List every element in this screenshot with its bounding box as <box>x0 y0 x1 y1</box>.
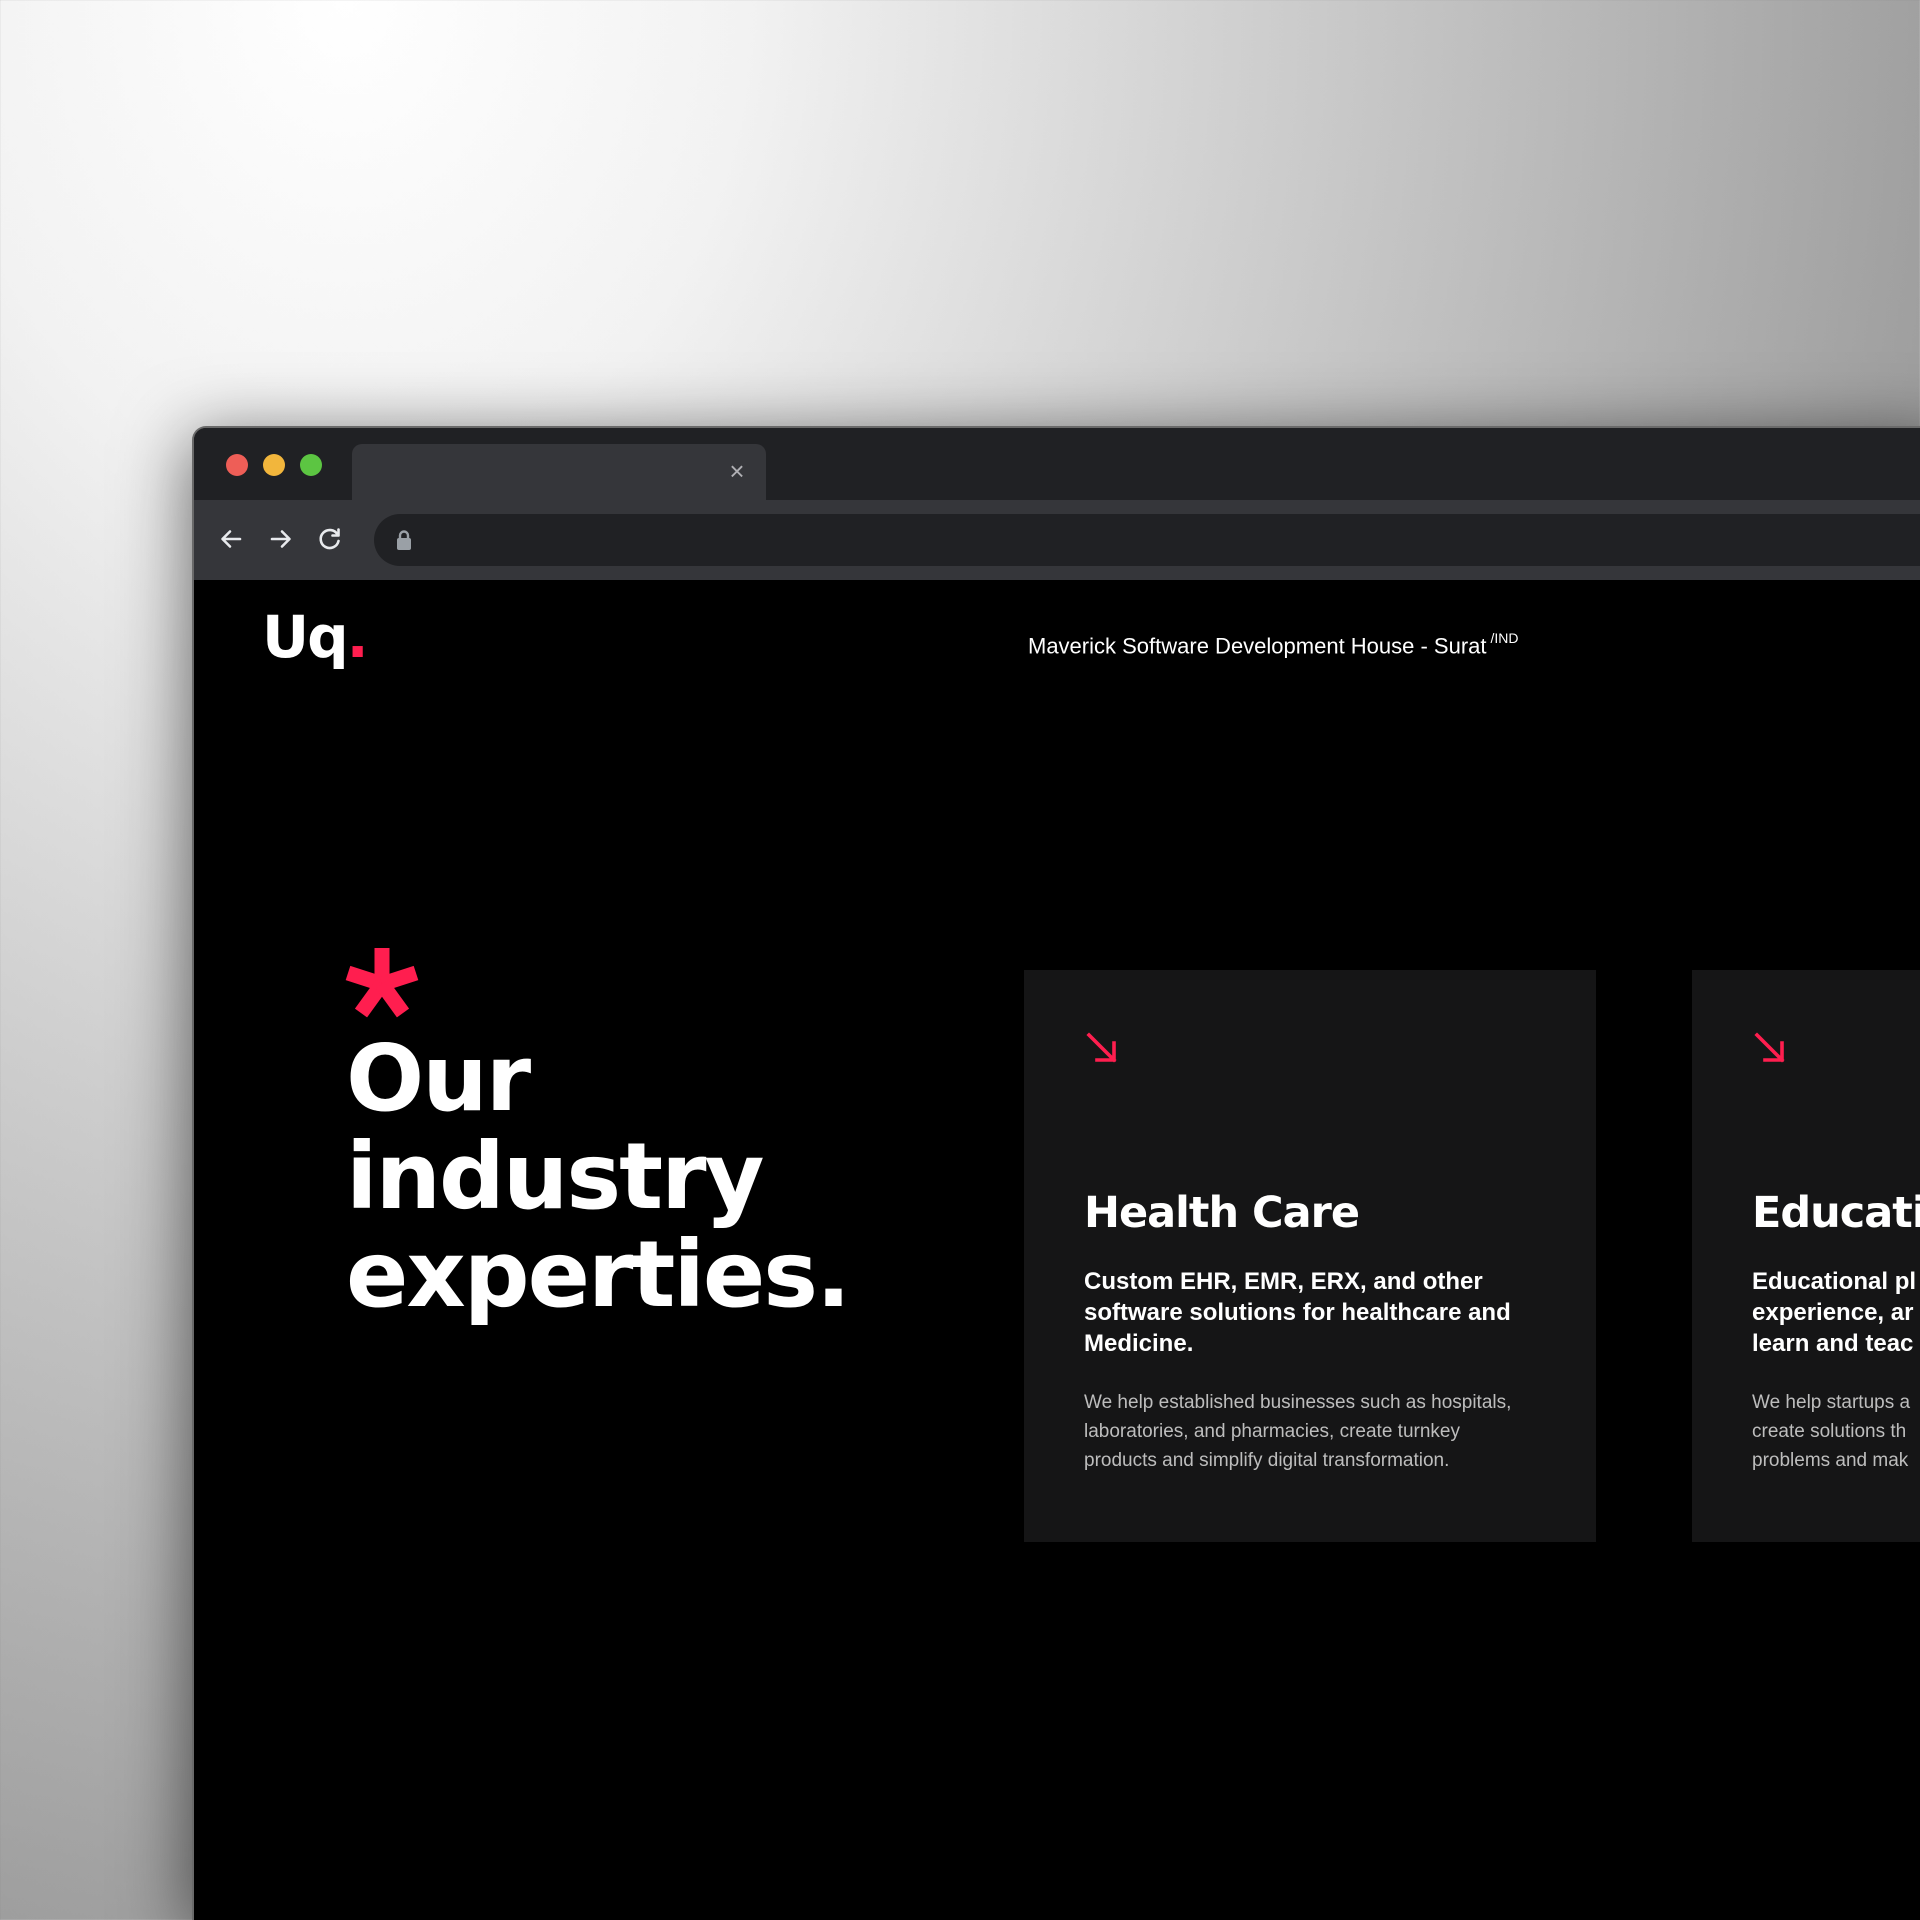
asterisk-icon <box>342 944 422 1024</box>
lock-icon <box>394 529 414 551</box>
page-content: Uq. Maverick Software Development House … <box>194 580 1920 1920</box>
card-body: We help startups a create solutions th p… <box>1752 1392 1911 1471</box>
card-body: We help established businesses such as h… <box>1084 1392 1512 1471</box>
tagline-text: Maverick Software Development House - Su… <box>1028 633 1487 659</box>
forward-arrow-icon[interactable] <box>264 522 298 556</box>
card-title: Educatio <box>1752 1188 1920 1238</box>
back-arrow-icon[interactable] <box>214 522 248 556</box>
header-tagline: Maverick Software Development House - Su… <box>1028 630 1519 659</box>
logo[interactable]: Uq. <box>262 608 369 666</box>
browser-window: × Uq. Maverick Software Development Hous… <box>192 426 1920 1920</box>
arrow-down-right-icon <box>1752 1030 1788 1066</box>
minimize-window-button[interactable] <box>263 454 285 476</box>
card-subtitle: Custom EHR, EMR, ERX, and other software… <box>1084 1268 1511 1357</box>
industry-card-education[interactable]: Educatio Educational pl experience, ar l… <box>1692 970 1920 1542</box>
heading-line: experties. <box>346 1221 851 1328</box>
reload-icon[interactable] <box>313 522 347 556</box>
heading-line: industry <box>346 1123 764 1230</box>
browser-toolbar <box>194 500 1920 580</box>
logo-dot: . <box>346 603 369 671</box>
close-icon[interactable]: × <box>724 458 750 484</box>
maximize-window-button[interactable] <box>300 454 322 476</box>
industry-card-health-care[interactable]: Health Care Custom EHR, EMR, ERX, and ot… <box>1024 970 1596 1542</box>
arrow-down-right-icon <box>1084 1030 1120 1066</box>
heading-line: Our <box>346 1025 531 1132</box>
browser-tab[interactable]: × <box>352 444 766 500</box>
address-bar[interactable] <box>374 514 1920 566</box>
card-subtitle: Educational pl experience, ar learn and … <box>1752 1268 1917 1357</box>
card-title: Health Care <box>1084 1188 1360 1238</box>
close-window-button[interactable] <box>226 454 248 476</box>
logo-letters: Uq <box>262 603 349 671</box>
tab-strip: × <box>194 428 1920 500</box>
page-title: Our industry experties. <box>346 1030 906 1324</box>
tagline-superscript: /IND <box>1490 630 1519 646</box>
